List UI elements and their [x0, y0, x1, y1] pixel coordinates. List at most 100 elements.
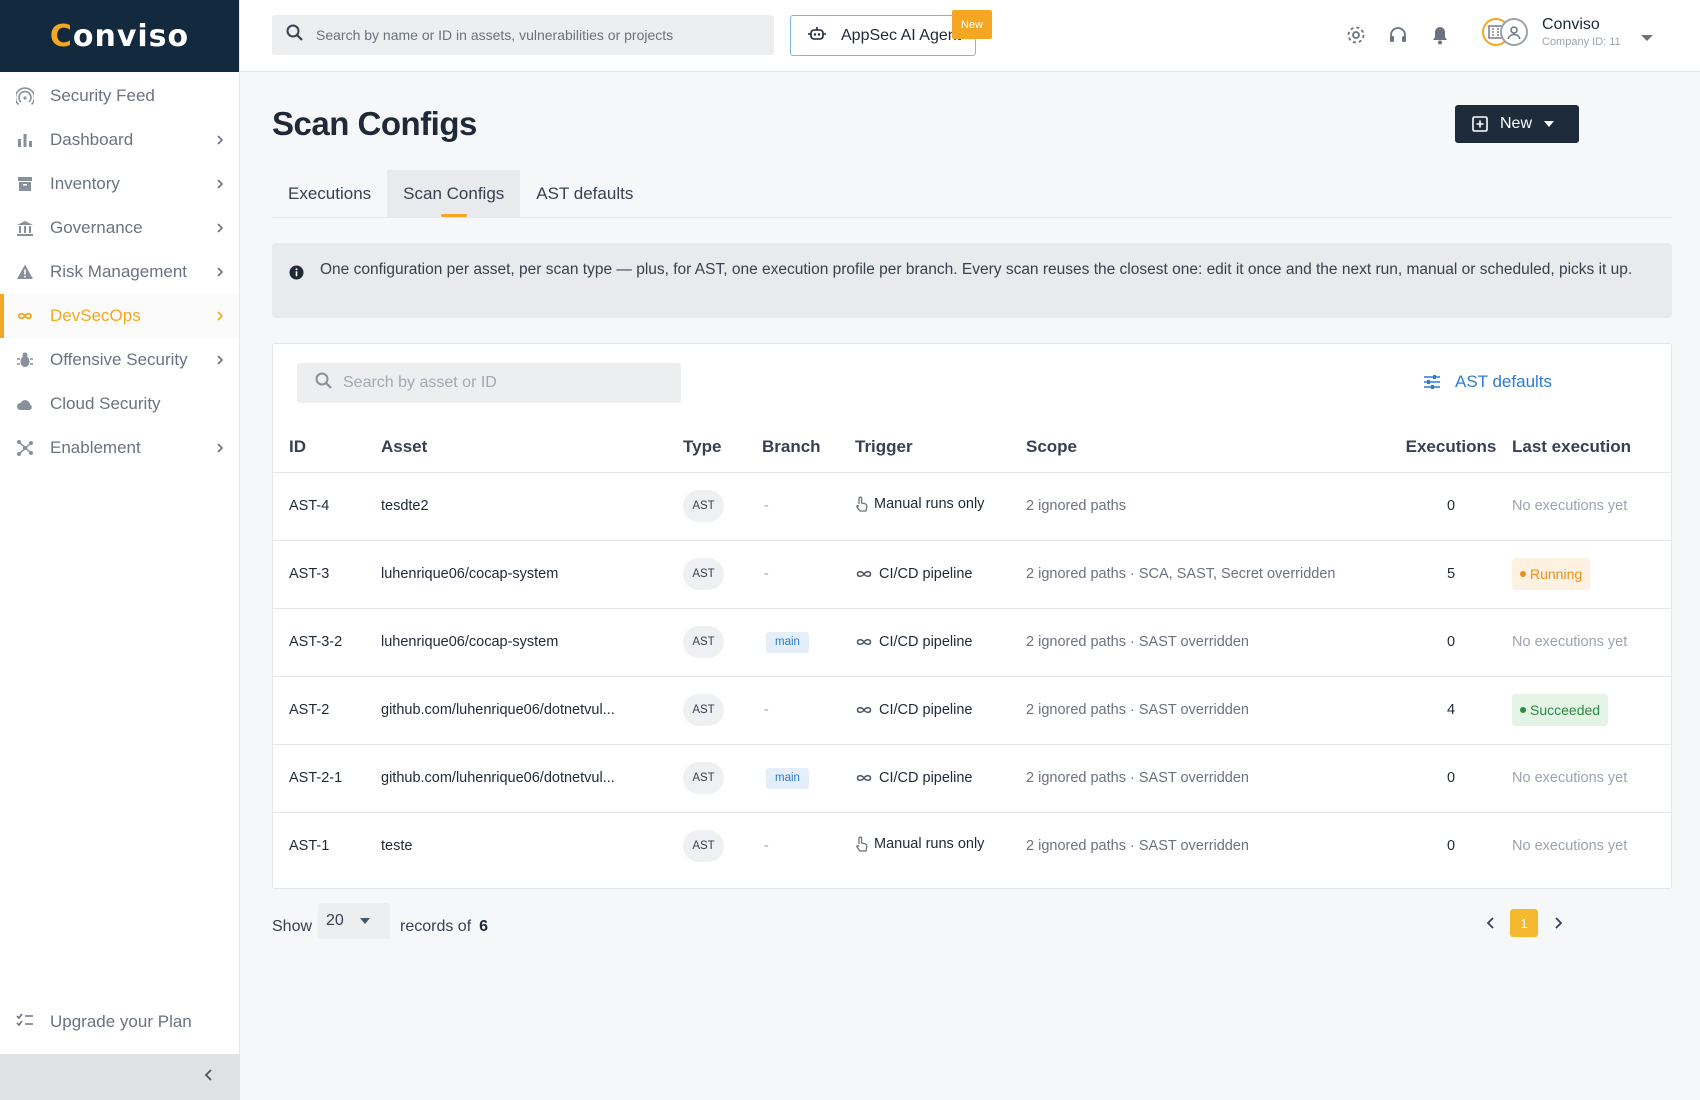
cell-last-execution: Succeeded	[1512, 676, 1671, 745]
sidebar-item-security-feed[interactable]: Security Feed	[0, 74, 239, 118]
cell-scope: 2 ignored paths · SAST overridden	[1026, 608, 1390, 677]
status-dot	[1520, 707, 1526, 713]
cell-executions: 0	[1390, 608, 1512, 677]
ast-defaults-link[interactable]: AST defaults	[1423, 372, 1552, 392]
page-number-button[interactable]: 1	[1510, 909, 1538, 937]
column-header-last-execution[interactable]: Last execution	[1512, 423, 1671, 473]
appsec-ai-agent-button[interactable]: AppSec AI Agent	[790, 15, 976, 56]
cell-type: AST	[683, 812, 762, 880]
sidebar-item-enablement[interactable]: Enablement	[0, 426, 239, 470]
cell-asset[interactable]: github.com/luhenrique06/dotnetvul...	[381, 676, 683, 745]
global-search[interactable]	[272, 15, 774, 55]
chevron-right-icon	[215, 179, 225, 189]
column-header-asset[interactable]: Asset	[381, 423, 683, 473]
cell-type: AST	[683, 676, 762, 745]
last-execution-text: No executions yet	[1512, 838, 1628, 855]
cell-last-execution: Running	[1512, 540, 1671, 609]
sidebar-item-label: Enablement	[50, 438, 141, 457]
sidebar-item-label: Risk Management	[50, 262, 188, 281]
cell-id: AST-3	[273, 540, 381, 609]
column-header-scope[interactable]: Scope	[1026, 423, 1390, 473]
cell-branch: main	[762, 744, 855, 813]
bar-chart-icon	[16, 131, 34, 149]
type-badge: AST	[683, 694, 724, 726]
radar-icon	[16, 87, 34, 105]
conviso-logo[interactable]: Conviso	[50, 19, 189, 54]
column-header-trigger[interactable]: Trigger	[855, 423, 1026, 473]
trigger-label: CI/CD pipeline	[879, 769, 973, 786]
status-label: Running	[1530, 566, 1583, 582]
trigger-label: CI/CD pipeline	[879, 633, 973, 650]
search-icon	[286, 24, 304, 47]
global-search-input[interactable]	[316, 27, 756, 43]
sidebar-item-dashboard[interactable]: Dashboard	[0, 118, 239, 162]
table-search[interactable]	[297, 363, 681, 403]
column-header-type[interactable]: Type	[683, 423, 762, 473]
sidebar-item-inventory[interactable]: Inventory	[0, 162, 239, 206]
sidebar-item-label: Offensive Security	[50, 350, 188, 369]
table-row[interactable]: AST-1 teste AST - Manual runs only 2 ignored …	[273, 812, 1671, 880]
column-header-branch[interactable]: Branch	[762, 423, 855, 473]
column-header-id[interactable]: ID	[273, 423, 381, 473]
page-size-value: 20	[326, 912, 344, 929]
cell-asset[interactable]: luhenrique06/cocap-system	[381, 608, 683, 677]
caret-down-icon	[359, 918, 370, 924]
sidebar-item-governance[interactable]: Governance	[0, 206, 239, 250]
gear-icon[interactable]	[1346, 24, 1366, 46]
headset-icon[interactable]	[1388, 24, 1408, 46]
table-row[interactable]: AST-4 tesdte2 AST - Manual runs only 2 ignore…	[273, 472, 1671, 541]
collapse-sidebar-button[interactable]	[0, 1054, 240, 1100]
table-row[interactable]: AST-2 github.com/luhenrique06/dotnetvul..…	[273, 676, 1671, 745]
tab-executions[interactable]: Executions	[272, 170, 387, 217]
table-row[interactable]: AST-2-1 github.com/luhenrique06/dotnetvul…	[273, 744, 1671, 813]
branch-badge: main	[766, 767, 809, 789]
sidebar-item-label: Dashboard	[50, 130, 134, 149]
tab-ast-defaults[interactable]: AST defaults	[520, 170, 649, 217]
chevron-right-icon	[215, 355, 225, 365]
trigger-label: Manual runs only	[874, 836, 985, 853]
cell-asset[interactable]: luhenrique06/cocap-system	[381, 540, 683, 609]
cell-asset[interactable]: github.com/luhenrique06/dotnetvul...	[381, 744, 683, 813]
table-search-input[interactable]	[343, 374, 673, 392]
cell-last-execution: No executions yet	[1512, 812, 1671, 880]
cell-trigger: CI/CD pipeline	[855, 744, 1026, 813]
tab-scan-configs[interactable]: Scan Configs	[387, 170, 521, 217]
warning-icon	[16, 263, 34, 281]
sidebar-item-devsecops[interactable]: DevSecOps	[0, 294, 239, 338]
sidebar-item-cloud-security[interactable]: Cloud Security	[0, 382, 239, 426]
info-icon	[289, 263, 304, 289]
user-avatar	[1500, 18, 1528, 46]
sidebar-item-label: DevSecOps	[50, 306, 141, 325]
upgrade-plan-link[interactable]: Upgrade your Plan	[0, 1000, 240, 1044]
next-page-button[interactable]	[1550, 909, 1566, 937]
new-button[interactable]: New	[1455, 105, 1579, 143]
table-row[interactable]: AST-3-2 luhenrique06/cocap-system AST main C…	[273, 608, 1671, 677]
status-badge[interactable]: Running	[1512, 558, 1591, 590]
sidebar-item-label: Governance	[50, 218, 143, 237]
previous-page-button[interactable]	[1482, 909, 1498, 937]
sidebar-item-risk-management[interactable]: Risk Management	[0, 250, 239, 294]
column-header-executions[interactable]: Executions	[1390, 423, 1512, 473]
status-badge[interactable]: Succeeded	[1512, 694, 1609, 726]
company-id: Company ID: 11	[1542, 36, 1621, 48]
cell-asset[interactable]: teste	[381, 812, 683, 880]
cell-branch: -	[762, 472, 855, 541]
cell-asset[interactable]: tesdte2	[381, 472, 683, 541]
bell-icon[interactable]	[1430, 24, 1450, 46]
table-footer: Show 20 records of 6 1	[272, 900, 1672, 940]
logo-bar[interactable]: Conviso	[0, 0, 239, 72]
table-row[interactable]: AST-3 luhenrique06/cocap-system AST - CI/CD …	[273, 540, 1671, 609]
cell-trigger: CI/CD pipeline	[855, 540, 1026, 609]
cell-branch: -	[762, 540, 855, 609]
archive-icon	[16, 175, 34, 193]
ast-defaults-label: AST defaults	[1455, 372, 1553, 391]
chevron-down-icon[interactable]	[1640, 30, 1654, 48]
sidebar-item-offensive-security[interactable]: Offensive Security	[0, 338, 239, 382]
sidebar-item-label: Inventory	[50, 174, 120, 193]
cell-executions: 0	[1390, 744, 1512, 813]
page-size-select[interactable]: 20	[318, 903, 390, 939]
top-bar: AppSec AI Agent New Conviso Company ID: …	[240, 0, 1700, 72]
hand-icon	[855, 496, 868, 512]
cell-branch: -	[762, 812, 855, 880]
user-menu[interactable]: Conviso Company ID: 11	[1482, 16, 1621, 48]
